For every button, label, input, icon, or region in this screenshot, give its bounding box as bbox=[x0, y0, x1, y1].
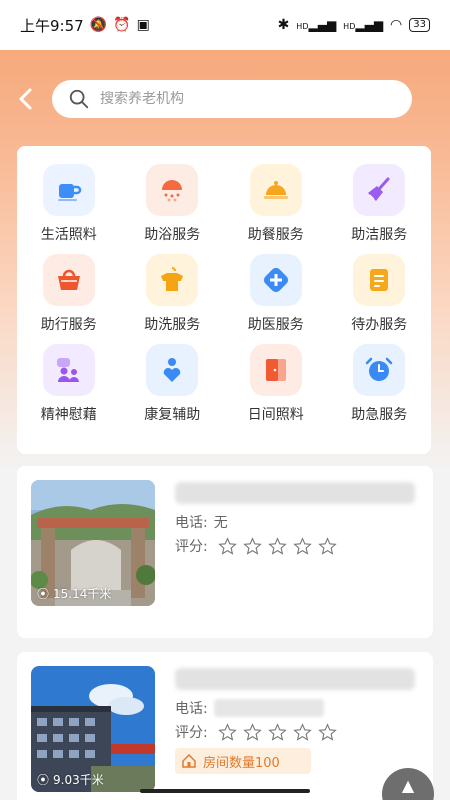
bluetooth-icon: ✱ bbox=[277, 17, 290, 33]
nfc-icon: ▣ bbox=[136, 17, 150, 33]
service-label: 助行服务 bbox=[40, 317, 97, 333]
house-icon bbox=[182, 753, 196, 768]
service-label: 助急服务 bbox=[351, 407, 408, 423]
status-left: 上午9:57 🔕 ⏰ ▣ bbox=[20, 15, 150, 36]
service-grid-card: 生活照料 助浴服务 助餐服务 助洁服务 助行服务 助洗服务 助医服务 待办服务 … bbox=[17, 146, 431, 454]
alarm-icon: ⏰ bbox=[113, 17, 131, 33]
signal-hd-2: HD▂▄▆ bbox=[343, 18, 384, 32]
institution-card[interactable]: ⦿ 15.14千米 电话: 无 评分: bbox=[17, 466, 433, 638]
service-item[interactable]: 日间照料 bbox=[224, 344, 328, 424]
star-icon bbox=[292, 536, 312, 555]
institution-photo: ⦿ 15.14千米 bbox=[31, 480, 155, 606]
phone-value: 无 bbox=[213, 515, 228, 531]
room-count-badge: 房间数量100 bbox=[175, 748, 311, 774]
service-item[interactable]: 康复辅助 bbox=[121, 344, 225, 424]
service-item[interactable]: 助行服务 bbox=[17, 254, 121, 334]
network-label-2: HD bbox=[343, 22, 356, 31]
dish-cover-icon bbox=[249, 164, 302, 216]
institution-card[interactable]: ⦿ 9.03千米 电话: 评分: 房间数量100 bbox=[17, 652, 433, 800]
basket-icon bbox=[42, 254, 95, 306]
service-grid: 生活照料 助浴服务 助餐服务 助洁服务 助行服务 助洗服务 助医服务 待办服务 … bbox=[17, 164, 431, 424]
service-label: 待办服务 bbox=[351, 317, 408, 333]
star-rating bbox=[217, 722, 337, 742]
service-item[interactable]: 助餐服务 bbox=[224, 164, 328, 244]
service-label: 日间照料 bbox=[247, 407, 304, 423]
rating-label: 评分: bbox=[175, 539, 208, 555]
service-item[interactable]: 助医服务 bbox=[224, 254, 328, 334]
service-item[interactable]: 助洁服务 bbox=[328, 164, 432, 244]
status-bar: 上午9:57 🔕 ⏰ ▣ ✱ HD▂▄▆ HD▂▄▆ ◠ 33 bbox=[0, 0, 450, 50]
chevron-left-icon bbox=[19, 88, 32, 110]
service-label: 精神慰藉 bbox=[40, 407, 97, 423]
institution-name-blurred bbox=[175, 668, 415, 690]
service-label: 助洁服务 bbox=[351, 227, 408, 243]
cup-icon bbox=[42, 164, 95, 216]
arrow-up-icon: ▲ bbox=[401, 776, 415, 795]
alarm-clock-icon bbox=[353, 344, 406, 396]
search-icon bbox=[69, 89, 89, 109]
service-label: 生活照料 bbox=[40, 227, 97, 243]
service-label: 助餐服务 bbox=[247, 227, 304, 243]
service-label: 助医服务 bbox=[247, 317, 304, 333]
rating-row: 评分: bbox=[175, 722, 337, 742]
phone-label: 电话: bbox=[175, 515, 208, 531]
location-pin-icon: ⦿ bbox=[37, 587, 50, 601]
door-icon bbox=[249, 344, 302, 396]
location-pin-icon: ⦿ bbox=[37, 773, 50, 787]
search-input[interactable] bbox=[100, 91, 380, 107]
status-time: 上午9:57 bbox=[20, 16, 84, 35]
rating-label: 评分: bbox=[175, 725, 208, 741]
shirt-icon bbox=[146, 254, 199, 306]
wifi-icon: ◠ bbox=[390, 17, 403, 33]
document-icon bbox=[353, 254, 406, 306]
status-right: ✱ HD▂▄▆ HD▂▄▆ ◠ 33 bbox=[278, 18, 430, 32]
broom-icon bbox=[353, 164, 406, 216]
distance-label: ⦿ 9.03千米 bbox=[37, 771, 104, 788]
phone-label: 电话: bbox=[175, 701, 208, 717]
star-icon bbox=[292, 722, 312, 741]
star-icon bbox=[242, 536, 262, 555]
signal-hd-1: HD▂▄▆ bbox=[296, 18, 337, 32]
room-count-text: 房间数量100 bbox=[203, 755, 280, 771]
phone-value-blurred bbox=[213, 699, 324, 717]
phone-row: 电话: 无 bbox=[175, 512, 228, 532]
person-heart-icon bbox=[146, 344, 199, 396]
service-label: 助洗服务 bbox=[144, 317, 201, 333]
star-icon bbox=[317, 722, 337, 741]
service-item[interactable]: 助急服务 bbox=[328, 344, 432, 424]
service-item[interactable]: 助浴服务 bbox=[121, 164, 225, 244]
distance-label: ⦿ 15.14千米 bbox=[37, 585, 111, 602]
back-button[interactable] bbox=[14, 86, 38, 114]
star-icon bbox=[217, 722, 237, 741]
institution-photo: ⦿ 9.03千米 bbox=[31, 666, 155, 792]
network-label-1: HD bbox=[296, 22, 309, 31]
service-item[interactable]: 待办服务 bbox=[328, 254, 432, 334]
phone-row: 电话: bbox=[175, 698, 324, 718]
shower-icon bbox=[146, 164, 199, 216]
star-icon bbox=[242, 722, 262, 741]
service-label: 助浴服务 bbox=[144, 227, 201, 243]
distance-value: 9.03千米 bbox=[53, 773, 104, 787]
star-icon bbox=[317, 536, 337, 555]
star-rating bbox=[217, 536, 337, 556]
battery-indicator: 33 bbox=[409, 18, 430, 32]
rating-row: 评分: bbox=[175, 536, 337, 556]
service-item[interactable]: 助洗服务 bbox=[121, 254, 225, 334]
header bbox=[0, 80, 450, 120]
service-label: 康复辅助 bbox=[144, 407, 201, 423]
service-item[interactable]: 生活照料 bbox=[17, 164, 121, 244]
institution-name-blurred bbox=[175, 482, 415, 504]
medical-plus-icon bbox=[249, 254, 302, 306]
search-bar[interactable] bbox=[52, 80, 412, 118]
star-icon bbox=[267, 722, 287, 741]
star-icon bbox=[217, 536, 237, 555]
service-item[interactable]: 精神慰藉 bbox=[17, 344, 121, 424]
home-indicator[interactable] bbox=[140, 789, 310, 793]
mute-bell-icon: 🔕 bbox=[89, 17, 108, 33]
distance-value: 15.14千米 bbox=[53, 587, 112, 601]
chat-people-icon bbox=[42, 344, 95, 396]
star-icon bbox=[267, 536, 287, 555]
